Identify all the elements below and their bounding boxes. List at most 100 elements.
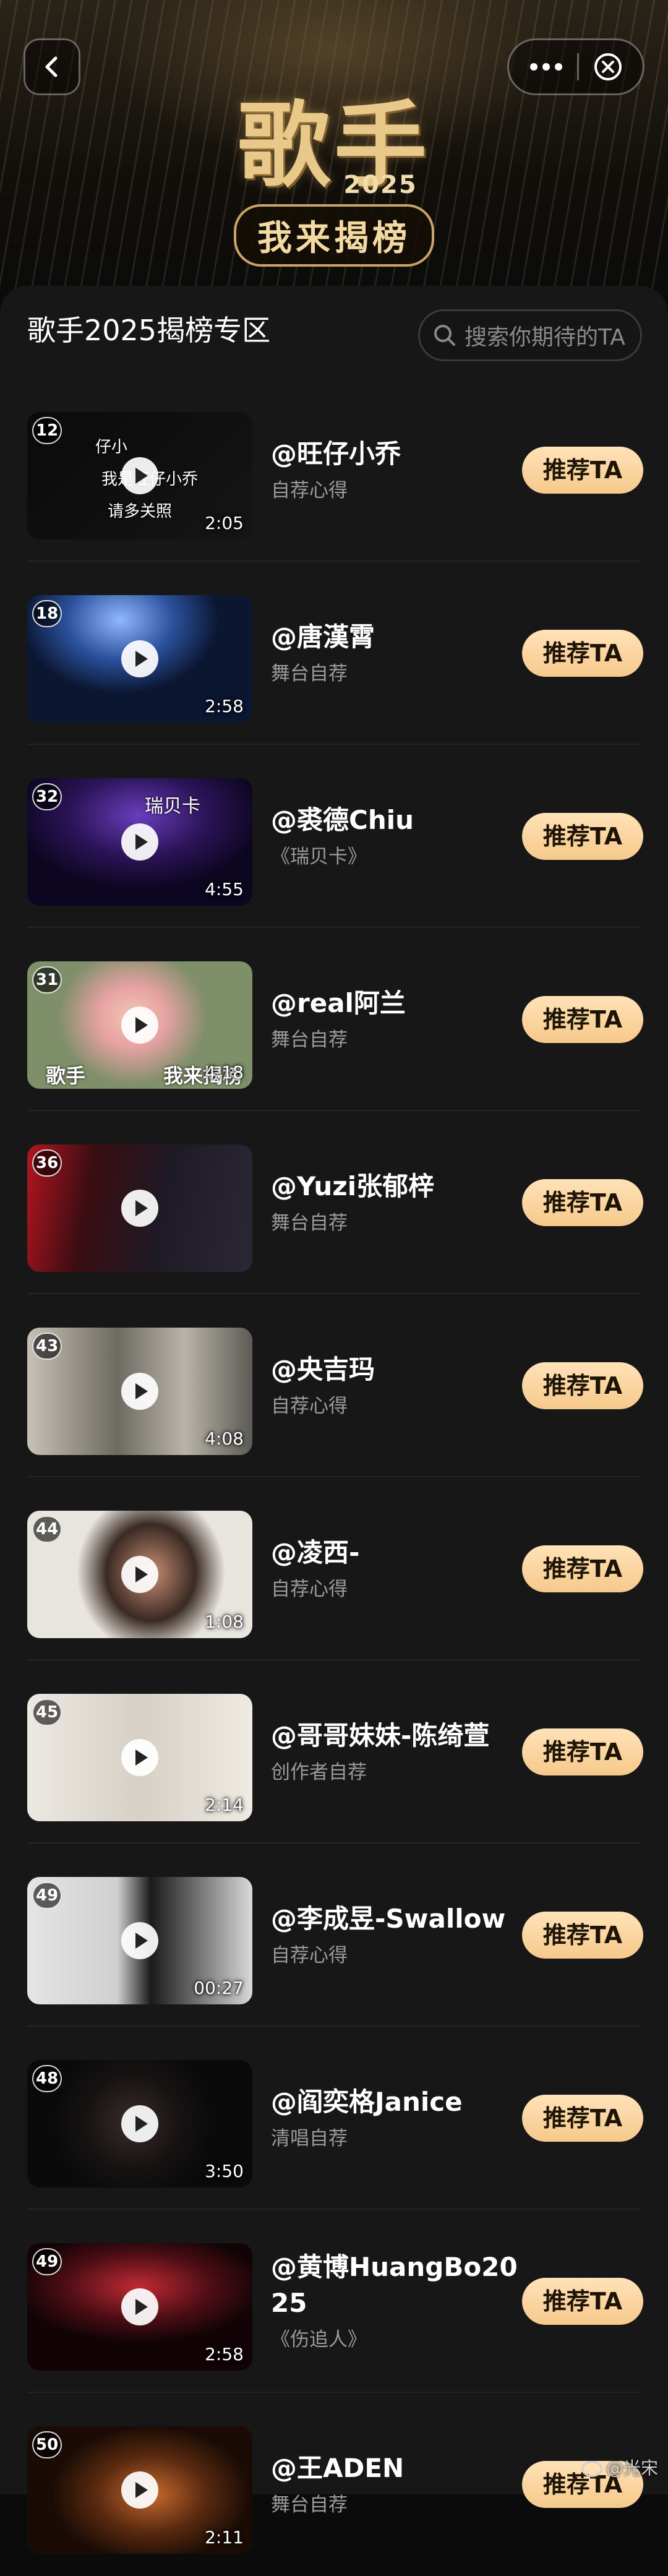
singer-name[interactable]: @阎奕格Janice bbox=[271, 2084, 518, 2120]
close-circle-icon[interactable] bbox=[593, 51, 623, 82]
weibo-watermark: @光宋 bbox=[581, 2455, 658, 2479]
play-icon[interactable] bbox=[121, 2288, 158, 2325]
recommend-button[interactable]: 推荐TA bbox=[522, 813, 643, 860]
singer-info: @黄博HuangBo2025 《伤追人》 bbox=[271, 2210, 518, 2393]
rank-badge: 43 bbox=[32, 1333, 62, 1360]
recommend-button[interactable]: 推荐TA bbox=[522, 1362, 643, 1409]
video-description: 自荐心得 bbox=[271, 1395, 348, 1417]
list-item: 12仔小我是旺仔小乔请多关照2:05@旺仔小乔自荐心得推荐TA bbox=[0, 379, 668, 562]
video-description: 《伤追人》 bbox=[271, 2329, 367, 2351]
video-thumbnail[interactable]: 36 bbox=[27, 1144, 252, 1272]
list-item: 45 2:14 @哥哥妹妹-陈绮萱 创作者自荐 推荐TA bbox=[0, 1660, 668, 1844]
zone-title: 歌手2025揭榜专区 bbox=[27, 314, 271, 347]
search-input[interactable]: 搜索你期待的TA bbox=[418, 309, 642, 361]
hero-banner: 歌手 2025 我来揭榜 bbox=[0, 0, 668, 291]
singer-name[interactable]: @Yuzi张郁梓 bbox=[271, 1169, 518, 1204]
singer-info: @哥哥妹妹-陈绮萱创作者自荐 bbox=[271, 1660, 518, 1844]
play-icon[interactable] bbox=[121, 1373, 158, 1410]
video-description: 《瑞贝卡》 bbox=[271, 846, 367, 868]
rank-badge: 18 bbox=[32, 600, 62, 627]
play-icon[interactable] bbox=[121, 823, 158, 861]
list-item: 48 3:50 @阎奕格Janice 清唱自荐 推荐TA bbox=[0, 2027, 668, 2210]
search-icon bbox=[434, 325, 455, 346]
recommend-button[interactable]: 推荐TA bbox=[522, 2278, 643, 2325]
singer-info: @real阿兰舞台自荐 bbox=[271, 928, 518, 1111]
video-description: 舞台自荐 bbox=[271, 663, 348, 685]
singer-info: @旺仔小乔 自荐心得 bbox=[271, 379, 518, 562]
singer-name[interactable]: @唐漢霄 bbox=[271, 619, 518, 655]
rank-badge: 49 bbox=[32, 2248, 62, 2275]
video-description: 舞台自荐 bbox=[271, 1029, 348, 1051]
play-icon[interactable] bbox=[121, 457, 158, 494]
video-thumbnail[interactable]: 32 瑞贝卡 4:55 bbox=[27, 778, 252, 906]
back-button[interactable] bbox=[24, 38, 80, 95]
panel-header: 歌手2025揭榜专区 搜索你期待的TA bbox=[0, 286, 668, 379]
chevron-left-icon bbox=[45, 56, 58, 77]
video-thumbnail[interactable]: 49 2:58 bbox=[27, 2243, 252, 2371]
rank-badge: 44 bbox=[32, 1516, 62, 1543]
singer-info: @阎奕格Janice 清唱自荐 bbox=[271, 2027, 518, 2210]
video-thumbnail[interactable]: 48 3:50 bbox=[27, 2060, 252, 2187]
recommend-button[interactable]: 推荐TA bbox=[522, 447, 643, 494]
video-duration: 2:58 bbox=[205, 696, 244, 716]
weibo-logo-icon bbox=[581, 2461, 602, 2477]
rank-badge: 36 bbox=[32, 1149, 62, 1177]
thumbnail-caption: 仔小 bbox=[95, 438, 128, 457]
play-icon[interactable] bbox=[121, 1556, 158, 1593]
recommend-button[interactable]: 推荐TA bbox=[522, 1179, 643, 1226]
play-icon[interactable] bbox=[121, 1190, 158, 1227]
video-duration: 2:05 bbox=[205, 513, 244, 533]
rank-badge: 12 bbox=[32, 417, 62, 444]
play-icon[interactable] bbox=[121, 2471, 158, 2509]
singer-name[interactable]: @哥哥妹妹-陈绮萱 bbox=[271, 1718, 518, 1754]
list-item: 31 歌手 我来揭榜 4:18 @real阿兰 舞台自荐 推荐TA bbox=[0, 928, 668, 1111]
video-thumbnail[interactable]: 45 2:14 bbox=[27, 1694, 252, 1821]
video-thumbnail[interactable]: 31 歌手 我来揭榜 4:18 bbox=[27, 961, 252, 1089]
video-thumbnail[interactable]: 50 2:11 bbox=[27, 2426, 252, 2554]
list-item: 36 @Yuzi张郁梓舞台自荐 推荐TA bbox=[0, 1111, 668, 1294]
rank-badge: 31 bbox=[32, 966, 62, 994]
video-duration: 3:50 bbox=[205, 2161, 244, 2181]
singer-name[interactable]: @央吉玛 bbox=[271, 1352, 518, 1388]
list-item: 44 1:08 @凌西- 自荐心得 推荐TA bbox=[0, 1477, 668, 1660]
recommend-button[interactable]: 推荐TA bbox=[522, 1545, 643, 1592]
singer-name[interactable]: @黄博HuangBo2025 bbox=[271, 2249, 518, 2321]
play-icon[interactable] bbox=[121, 640, 158, 677]
play-icon[interactable] bbox=[121, 1739, 158, 1776]
singer-name[interactable]: @裘德Chiu bbox=[271, 802, 518, 838]
thumbnail-caption: 请多关照 bbox=[108, 502, 173, 521]
singer-info: @唐漢霄舞台自荐 bbox=[271, 562, 518, 745]
video-description: 清唱自荐 bbox=[271, 2127, 348, 2150]
list-item: 49 2:58 @黄博HuangBo2025 《伤追人》 推荐TA bbox=[0, 2210, 668, 2393]
capsule-divider bbox=[576, 53, 579, 80]
rank-badge: 48 bbox=[32, 2065, 62, 2092]
recommend-button[interactable]: 推荐TA bbox=[522, 630, 643, 677]
singer-name[interactable]: @王ADEN bbox=[271, 2450, 518, 2486]
video-duration: 00:27 bbox=[194, 1978, 244, 1998]
singer-name[interactable]: @real阿兰 bbox=[271, 985, 518, 1021]
rank-badge: 32 bbox=[32, 783, 62, 810]
ranking-panel: 歌手2025揭榜专区 搜索你期待的TA 12仔小我是旺仔小乔请多关照2:05@旺… bbox=[0, 286, 668, 2554]
play-icon[interactable] bbox=[121, 1922, 158, 1959]
recommend-button[interactable]: 推荐TA bbox=[522, 1728, 643, 1775]
more-dots-icon[interactable] bbox=[529, 61, 563, 73]
play-icon[interactable] bbox=[121, 2105, 158, 2142]
video-thumbnail[interactable]: 18 2:58 bbox=[27, 595, 252, 723]
recommend-button[interactable]: 推荐TA bbox=[522, 2095, 643, 2142]
video-thumbnail[interactable]: 12仔小我是旺仔小乔请多关照2:05 bbox=[27, 412, 252, 539]
video-thumbnail[interactable]: 43 4:08 bbox=[27, 1328, 252, 1455]
recommend-button[interactable]: 推荐TA bbox=[522, 996, 643, 1043]
thumbnail-caption: 歌手 bbox=[46, 1064, 86, 1088]
show-logo: 歌手 2025 我来揭榜 bbox=[210, 93, 458, 285]
video-thumbnail[interactable]: 49 00:27 bbox=[27, 1877, 252, 2004]
play-icon[interactable] bbox=[121, 1007, 158, 1044]
singer-info: @裘德Chiu 《瑞贝卡》 bbox=[271, 745, 518, 928]
video-description: 舞台自荐 bbox=[271, 1212, 348, 1234]
video-description: 创作者自荐 bbox=[271, 1761, 367, 1784]
singer-name[interactable]: @李成昱-Swallow bbox=[271, 1901, 518, 1937]
video-duration: 4:18 bbox=[205, 1062, 244, 1083]
recommend-button[interactable]: 推荐TA bbox=[522, 1912, 643, 1959]
singer-name[interactable]: @旺仔小乔 bbox=[271, 436, 518, 472]
singer-name[interactable]: @凌西- bbox=[271, 1535, 518, 1571]
video-thumbnail[interactable]: 44 1:08 bbox=[27, 1511, 252, 1638]
